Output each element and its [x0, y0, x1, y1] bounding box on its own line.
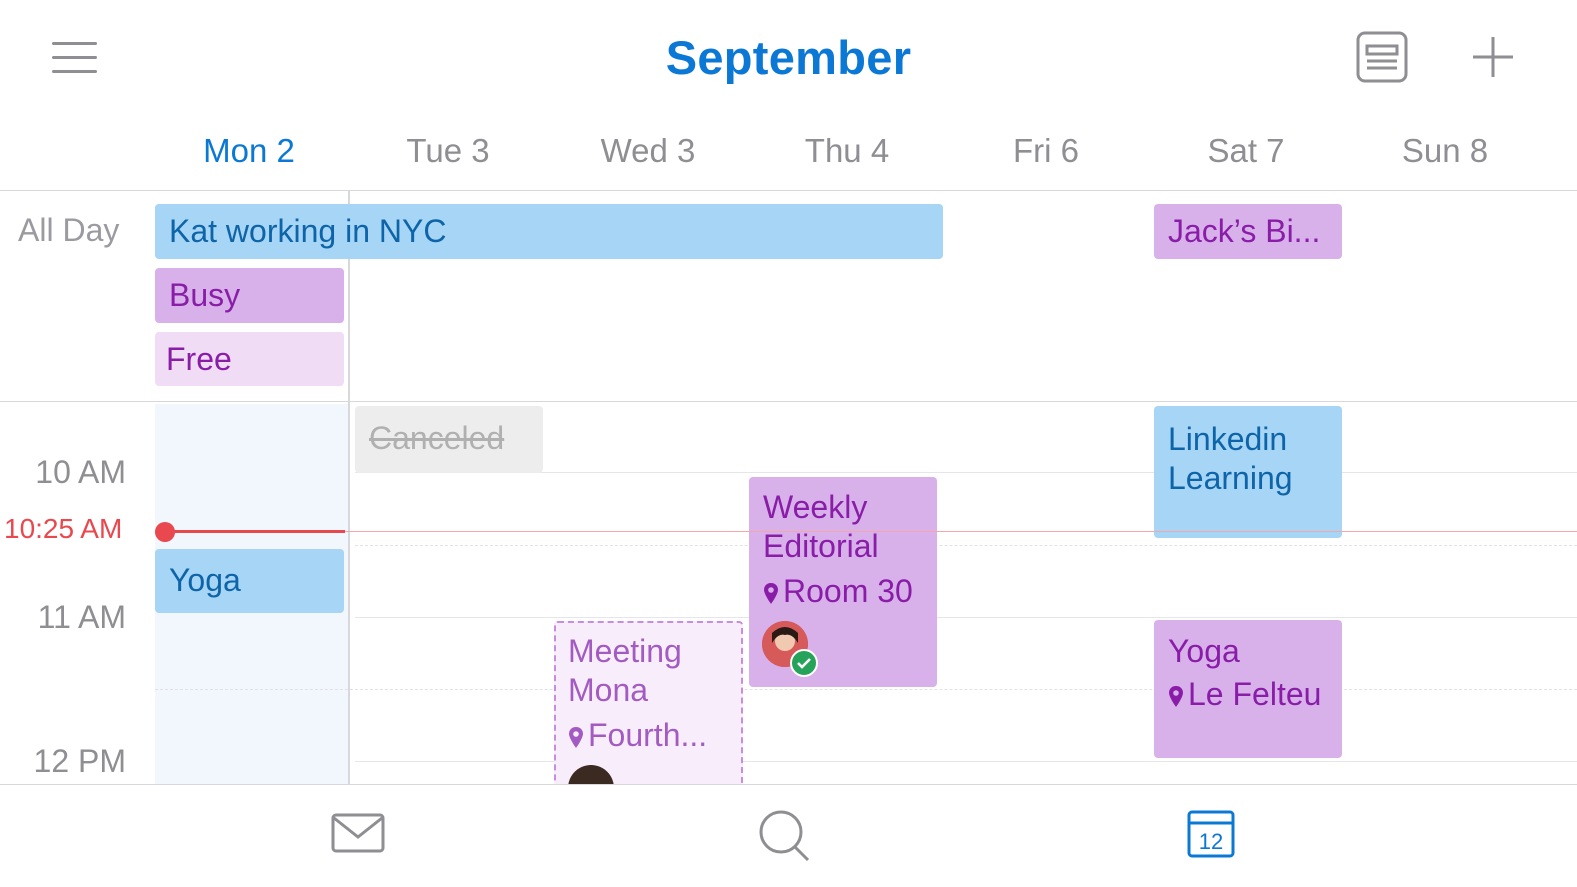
hour-line	[355, 761, 1577, 762]
current-time-line	[163, 531, 1577, 532]
half-hour-line	[355, 545, 1577, 546]
event-title: Jack’s Bi...	[1168, 213, 1321, 249]
event-weekly-editorial[interactable]: Weekly Editorial Room 30	[749, 477, 937, 687]
time-label-12pm: 12 PM	[33, 743, 126, 779]
hour-line	[355, 617, 1577, 618]
all-day-event[interactable]: Busy	[155, 268, 344, 323]
all-day-divider	[0, 401, 1577, 402]
day-header-sat[interactable]: Sat 7	[1148, 132, 1344, 170]
day-header-mon[interactable]: Mon 2	[151, 132, 347, 170]
mail-icon	[331, 813, 385, 853]
day-header-fri[interactable]: Fri 6	[948, 132, 1144, 170]
event-location: Le Felteu	[1168, 676, 1321, 713]
event-location: Fourth...	[568, 717, 707, 754]
day-header-thu[interactable]: Thu 4	[749, 132, 945, 170]
location-pin-icon	[569, 726, 583, 748]
time-label-11am: 11 AM	[37, 599, 126, 635]
event-title-line1: Meeting	[568, 633, 682, 669]
avatar	[568, 765, 614, 786]
event-title: Free	[166, 341, 232, 377]
event-title-line1: Weekly	[763, 489, 868, 525]
event-title: Yoga	[1168, 633, 1240, 669]
event-title-line2: Learning	[1168, 460, 1293, 496]
tab-calendar[interactable]: 12	[1186, 809, 1242, 865]
page-title: September	[665, 31, 912, 84]
all-day-event[interactable]: Free	[155, 332, 344, 386]
search-icon	[759, 810, 810, 862]
current-time-line-today	[163, 530, 345, 533]
add-event-button[interactable]	[1470, 34, 1516, 80]
all-day-event[interactable]: Kat working in NYC	[155, 204, 943, 259]
event-title-line1: Linkedin	[1168, 421, 1288, 457]
location-pin-icon	[1169, 685, 1183, 707]
event-title-line2: Mona	[568, 672, 649, 708]
calendar-day-number: 12	[1199, 829, 1223, 854]
event-yoga-sat[interactable]: Yoga Le Felteu	[1154, 620, 1342, 758]
column-divider	[348, 191, 350, 784]
tab-bar: 12	[0, 784, 1577, 887]
calendar-icon: 12	[1187, 810, 1235, 858]
day-header-tue[interactable]: Tue 3	[350, 132, 546, 170]
event-title: Canceled	[369, 420, 505, 456]
agenda-view-icon[interactable]	[1356, 31, 1408, 83]
time-label-10am: 10 AM	[35, 454, 126, 490]
event-title-line2: Editorial	[763, 528, 879, 564]
day-header-sun[interactable]: Sun 8	[1347, 132, 1543, 170]
current-time-label: 10:25 AM	[4, 513, 123, 544]
event-title: Kat working in NYC	[169, 213, 447, 249]
event-title: Yoga	[169, 562, 241, 598]
day-header-wed[interactable]: Wed 3	[550, 132, 746, 170]
accepted-check-icon	[790, 649, 818, 677]
half-hour-line	[155, 689, 1577, 690]
tab-search[interactable]	[756, 809, 812, 865]
event-location: Room 30	[763, 573, 913, 610]
all-day-label: All Day	[18, 212, 120, 248]
plus-icon	[1473, 37, 1513, 77]
event-title: Busy	[169, 277, 241, 313]
event-yoga-mon[interactable]: Yoga	[155, 549, 344, 613]
all-day-event[interactable]: Jack’s Bi...	[1154, 204, 1342, 259]
current-time-dot	[155, 522, 175, 542]
location-pin-icon	[764, 582, 778, 604]
event-canceled[interactable]: Canceled	[355, 406, 543, 473]
event-meeting-mona[interactable]: Meeting Mona Fourth...	[554, 621, 743, 786]
event-linkedin-learning[interactable]: Linkedin Learning	[1154, 406, 1342, 538]
header-divider	[0, 190, 1577, 191]
tab-mail[interactable]	[330, 809, 386, 865]
